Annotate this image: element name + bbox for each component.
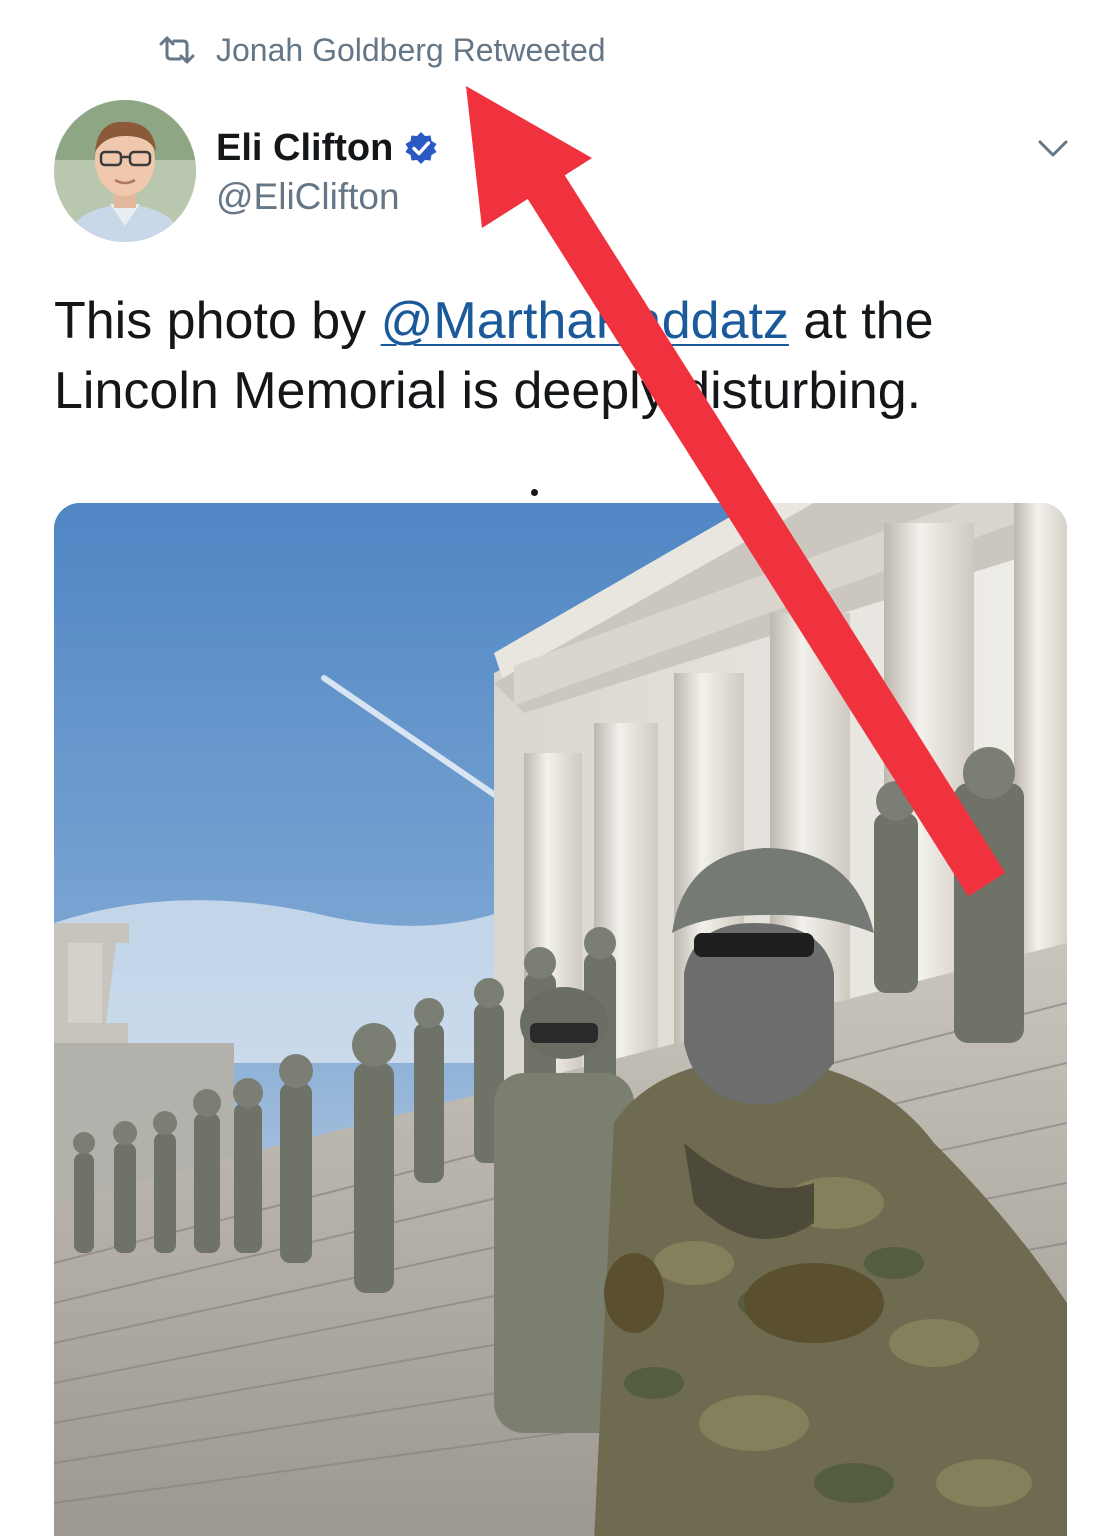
chevron-down-icon[interactable] (1034, 134, 1072, 164)
photo-image (54, 503, 1067, 1536)
tweet-text-before: This photo by (54, 292, 381, 350)
display-name[interactable]: Eli Clifton (216, 127, 393, 170)
avatar-image (54, 100, 196, 242)
tweet-text: This photo by @MarthaRaddatz at the Linc… (54, 286, 1074, 426)
avatar[interactable] (54, 100, 196, 242)
tweet-screen: Jonah Goldberg Retweeted Eli Clifton @El… (0, 0, 1120, 1536)
stray-dot (531, 489, 538, 496)
display-name-row: Eli Clifton (216, 122, 439, 174)
author-block[interactable]: Eli Clifton @EliClifton (216, 122, 439, 218)
author-handle[interactable]: @EliClifton (216, 176, 439, 218)
retweet-label: Jonah Goldberg Retweeted (216, 31, 606, 68)
verified-badge-icon (405, 132, 437, 164)
tweet-photo[interactable] (54, 503, 1067, 1536)
retweet-context[interactable]: Jonah Goldberg Retweeted (158, 28, 606, 72)
mention-link[interactable]: @MarthaRaddatz (381, 292, 789, 350)
retweet-icon (159, 36, 195, 64)
